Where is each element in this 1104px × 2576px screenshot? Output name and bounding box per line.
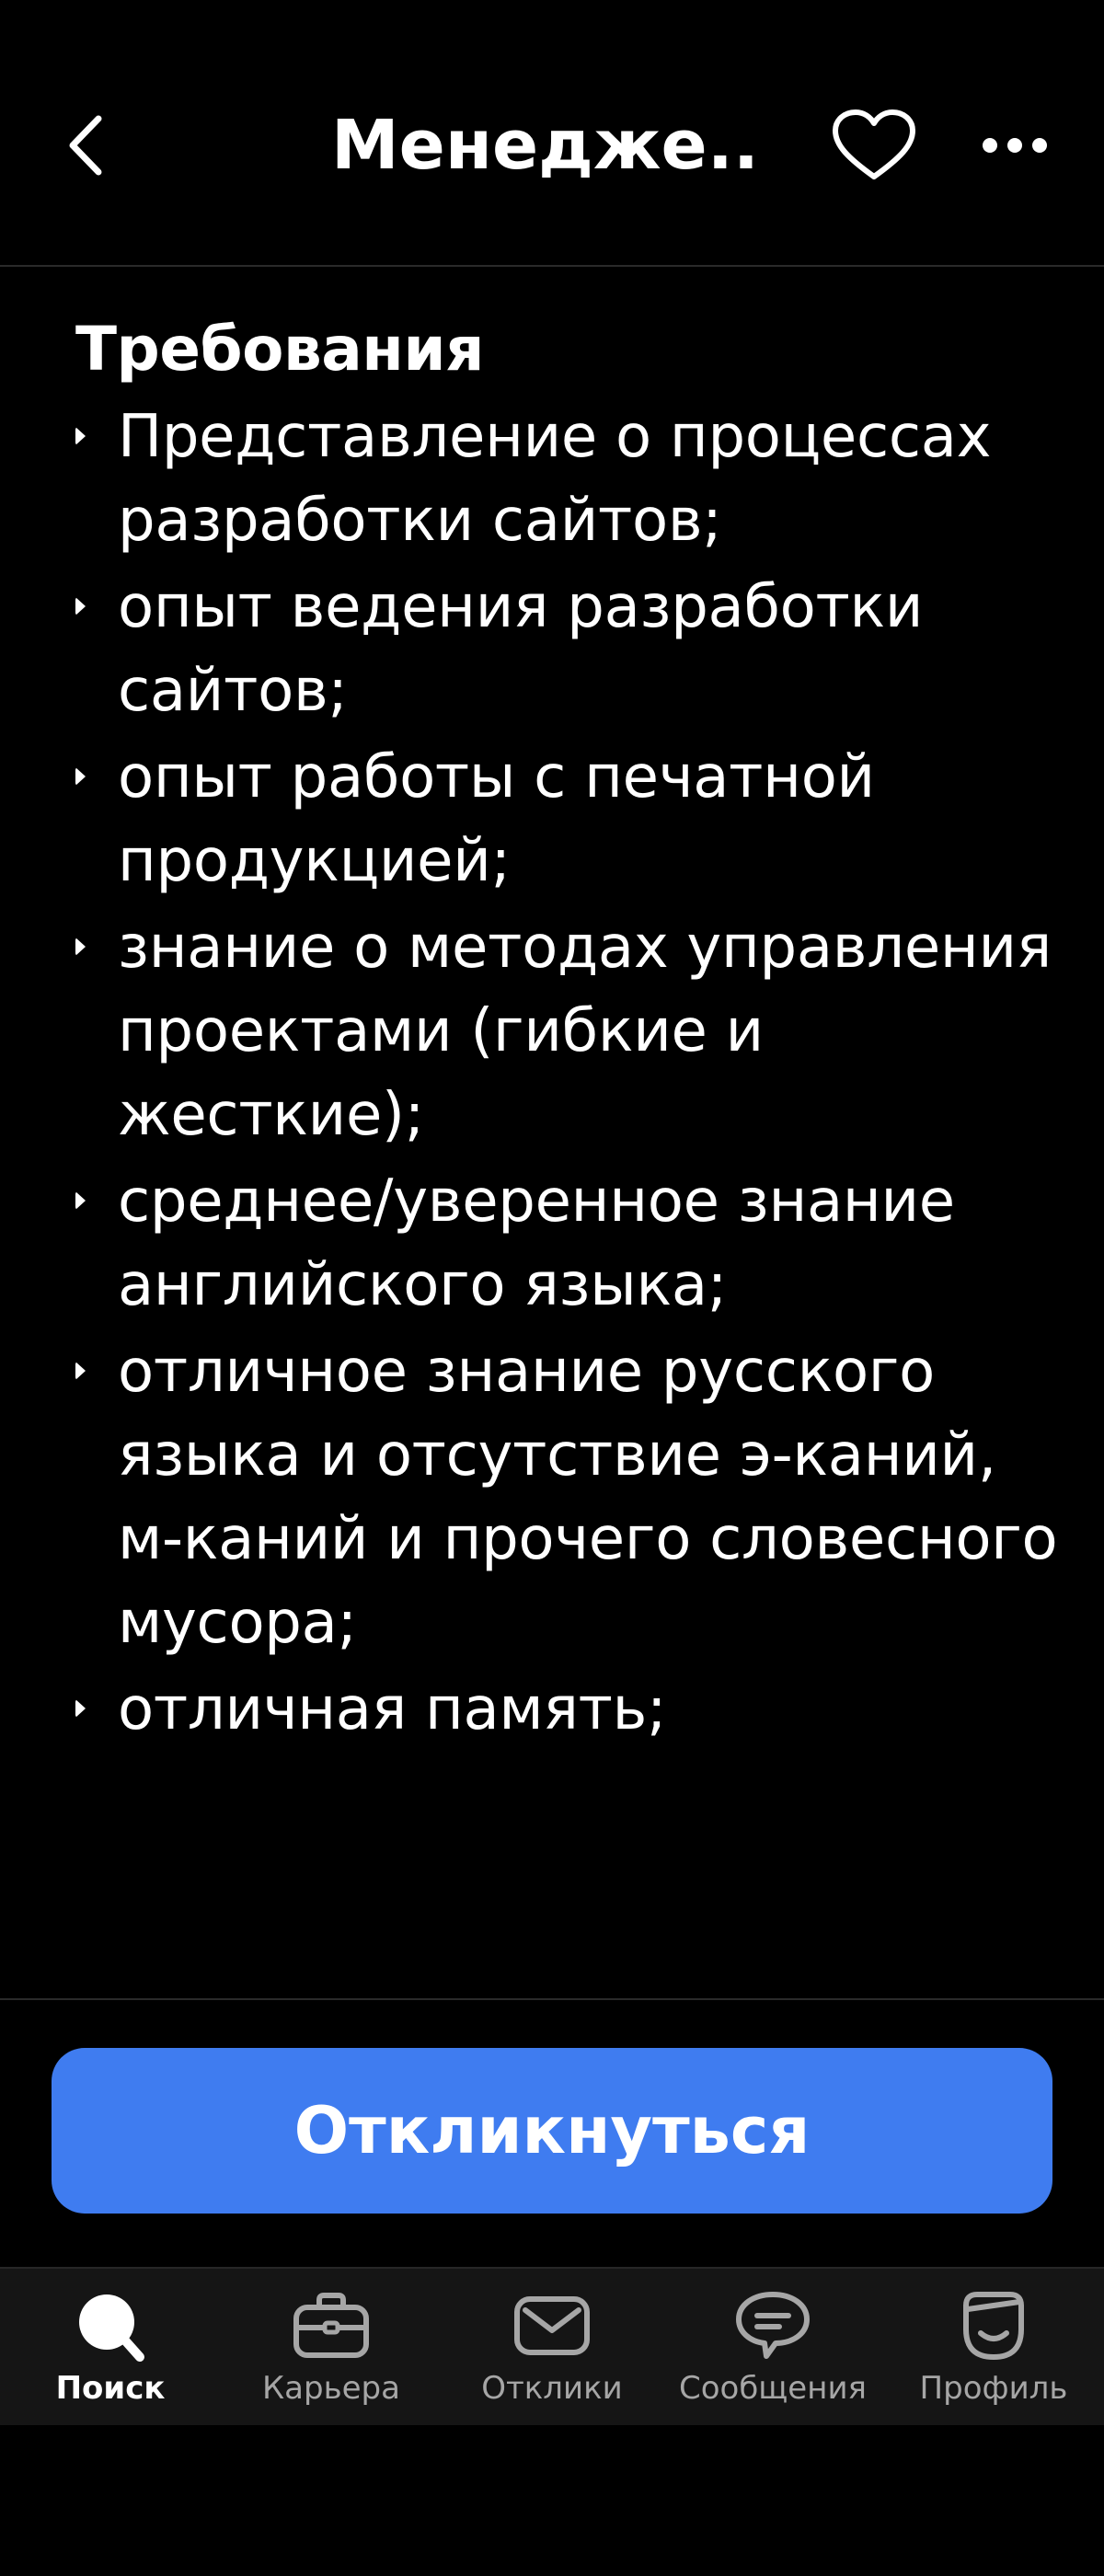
- list-item-text: опыт работы с печатной продукцией;: [118, 743, 875, 895]
- briefcase-icon: [290, 2289, 373, 2363]
- tab-responses[interactable]: Отклики: [442, 2269, 662, 2425]
- bullet-icon: [75, 1191, 86, 1210]
- list-item-text: Представление о процессах разработки сай…: [118, 403, 992, 555]
- list-item: знание о методах управления проектами (г…: [0, 906, 1104, 1157]
- requirements-list: Представление о процессах разработки сай…: [0, 396, 1104, 1754]
- page-title: Менедже...: [331, 106, 764, 185]
- more-button[interactable]: [973, 129, 1056, 166]
- list-item-text: отличная память;: [118, 1675, 667, 1743]
- tab-label: Профиль: [919, 2370, 1068, 2407]
- list-item-text: отличное знание русского языка и отсутст…: [118, 1338, 1058, 1657]
- bullet-icon: [75, 427, 86, 445]
- bullet-icon: [75, 597, 86, 615]
- bullet-icon: [75, 1362, 86, 1380]
- chevron-left-icon: [65, 113, 106, 181]
- bullet-icon: [75, 937, 86, 956]
- favorite-button[interactable]: [828, 109, 920, 186]
- profile-icon: [952, 2289, 1035, 2363]
- tab-messages[interactable]: Сообщения: [662, 2269, 883, 2425]
- list-item: Представление о процессах разработки сай…: [0, 396, 1104, 563]
- heart-icon: [830, 109, 918, 186]
- tab-career[interactable]: Карьера: [221, 2269, 442, 2425]
- requirements-section: Требования Представление о процессах раз…: [0, 267, 1104, 1998]
- list-item: отличное знание русского языка и отсутст…: [0, 1330, 1104, 1665]
- tab-label: Карьера: [262, 2370, 400, 2407]
- back-button[interactable]: [53, 109, 118, 186]
- list-item: отличная память;: [0, 1668, 1104, 1752]
- chat-bubble-icon: [731, 2289, 814, 2363]
- respond-button[interactable]: Откликнуться: [52, 2048, 1052, 2214]
- list-item-text: знание о методах управления проектами (г…: [118, 914, 1052, 1149]
- section-title: Требования: [75, 314, 484, 385]
- search-icon: [69, 2289, 152, 2363]
- bullet-icon: [75, 767, 86, 786]
- tab-label: Отклики: [481, 2370, 623, 2407]
- header-bar: Менедже...: [0, 0, 1104, 267]
- list-item-text: среднее/уверенное знание английского язы…: [118, 1167, 955, 1319]
- tab-label: Поиск: [55, 2370, 166, 2407]
- list-item-text: опыт ведения разработки сайтов;: [118, 573, 924, 725]
- list-item: среднее/уверенное знание английского язы…: [0, 1160, 1104, 1328]
- list-item: опыт ведения разработки сайтов;: [0, 566, 1104, 733]
- bottom-tab-bar: Поиск Карьера Отклики Сообщения Профиль: [0, 2267, 1104, 2425]
- respond-bar: Откликнуться: [0, 1998, 1104, 2267]
- envelope-icon: [511, 2289, 593, 2363]
- list-item: опыт работы с печатной продукцией;: [0, 736, 1104, 903]
- bullet-icon: [75, 1699, 86, 1718]
- tab-search[interactable]: Поиск: [0, 2269, 221, 2425]
- tab-profile[interactable]: Профиль: [883, 2269, 1104, 2425]
- more-dots-icon: [982, 136, 1048, 158]
- tab-label: Сообщения: [678, 2370, 868, 2407]
